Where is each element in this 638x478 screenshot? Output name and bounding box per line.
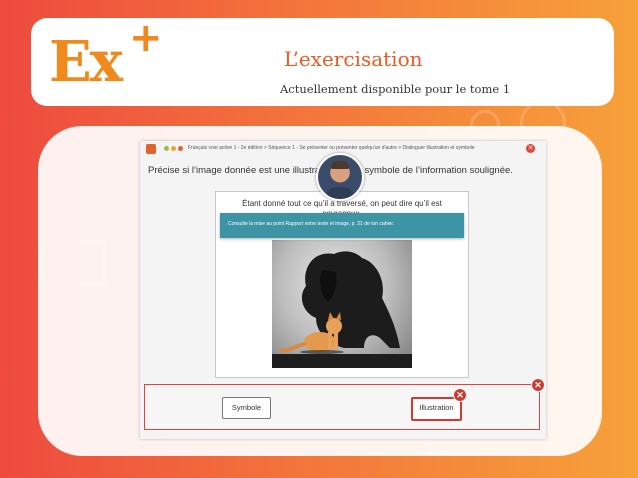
shield-icon	[146, 144, 156, 154]
logo-plus: +	[129, 15, 163, 61]
header-card: Ex + L’exercisation Actuellement disponi…	[31, 18, 614, 106]
exercise-window: Français voie active 1 - 2e édition > Sé…	[140, 141, 546, 439]
close-icon[interactable]: ✕	[526, 144, 535, 153]
avatar-body	[325, 187, 355, 199]
page-title: L’exercisation	[284, 47, 423, 71]
ex-plus-logo: Ex +	[45, 18, 165, 98]
question-panel: Étant donné tout ce qu’il a traversé, on…	[215, 191, 469, 378]
page-subtitle: Actuellement disponible pour le tome 1	[280, 82, 511, 96]
hint-text[interactable]: Consulte la mise au point Rapport entre …	[228, 221, 394, 227]
illustration-answer-button[interactable]: Illustration	[411, 397, 462, 421]
progress-dot-icon	[164, 146, 169, 151]
tutor-avatar[interactable]	[316, 153, 364, 201]
progress-dot-icon	[171, 146, 176, 151]
lion-shadow-illustration	[272, 251, 412, 368]
avatar-hair	[331, 161, 349, 169]
x-mark-icon: ✕	[453, 388, 467, 402]
breadcrumb[interactable]: Français voie active 1 - 2e édition > Sé…	[188, 145, 475, 151]
hint-tooltip: Consulte la mise au point Rapport entre …	[220, 213, 464, 238]
symbole-answer-button[interactable]: Symbole	[222, 397, 271, 419]
cat-lion-shadow-image	[272, 240, 412, 368]
progress-dot-icon	[178, 146, 183, 151]
answer-bar: Symbole Illustration ✕ ✕	[144, 378, 545, 430]
close-icon[interactable]: ✕	[531, 378, 545, 392]
logo-text: Ex	[49, 29, 123, 95]
